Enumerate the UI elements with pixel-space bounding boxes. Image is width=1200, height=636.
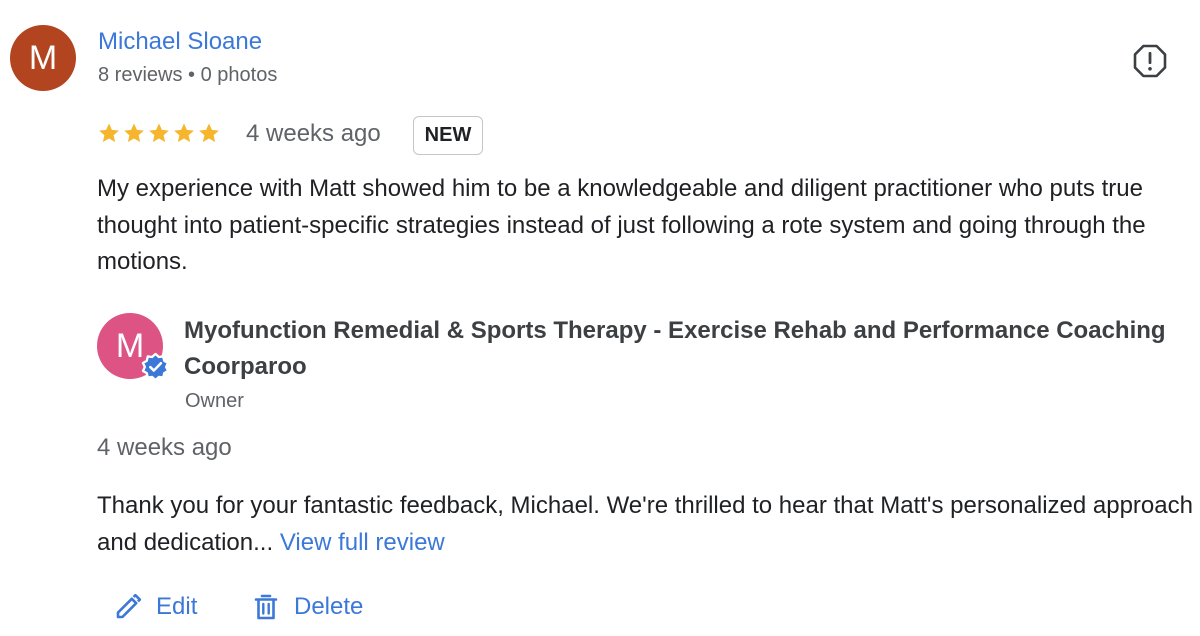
star-icon — [174, 123, 194, 142]
star-rating — [97, 121, 221, 147]
verified-badge-icon — [141, 352, 170, 382]
owner-business-name: Myofunction Remedial & Sports Therapy - … — [184, 317, 1166, 380]
star-icon — [149, 123, 169, 142]
reply-text: Thank you for your fantastic feedback, M… — [97, 487, 1197, 561]
edit-reply-button[interactable]: Edit — [114, 590, 197, 624]
owner-role-label: Owner — [185, 390, 244, 412]
pencil-icon — [116, 593, 142, 619]
star-icon — [99, 123, 119, 142]
reply-date: 4 weeks ago — [97, 434, 232, 461]
owner-initial: M — [115, 327, 145, 365]
star-icon — [124, 123, 144, 142]
reviewer-stats: 8 reviews • 0 photos — [98, 64, 278, 86]
review-text: My experience with Matt showed him to be… — [97, 175, 1146, 275]
view-full-review-link[interactable]: View full review — [280, 529, 445, 556]
edit-label: Edit — [156, 593, 198, 620]
new-badge: NEW — [413, 116, 483, 155]
reviewer-initial: M — [28, 39, 58, 77]
trash-icon — [254, 594, 278, 620]
delete-reply-button[interactable]: Delete — [252, 590, 363, 624]
reviewer-avatar[interactable]: M — [10, 25, 76, 91]
report-review-button[interactable] — [1132, 43, 1168, 79]
report-icon — [1133, 44, 1167, 78]
delete-label: Delete — [294, 593, 364, 620]
review-date: 4 weeks ago — [246, 120, 381, 147]
reviewer-name-link[interactable]: Michael Sloane — [98, 27, 262, 57]
star-icon — [199, 123, 219, 142]
reply-body: Thank you for your fantastic feedback, M… — [97, 492, 1193, 556]
